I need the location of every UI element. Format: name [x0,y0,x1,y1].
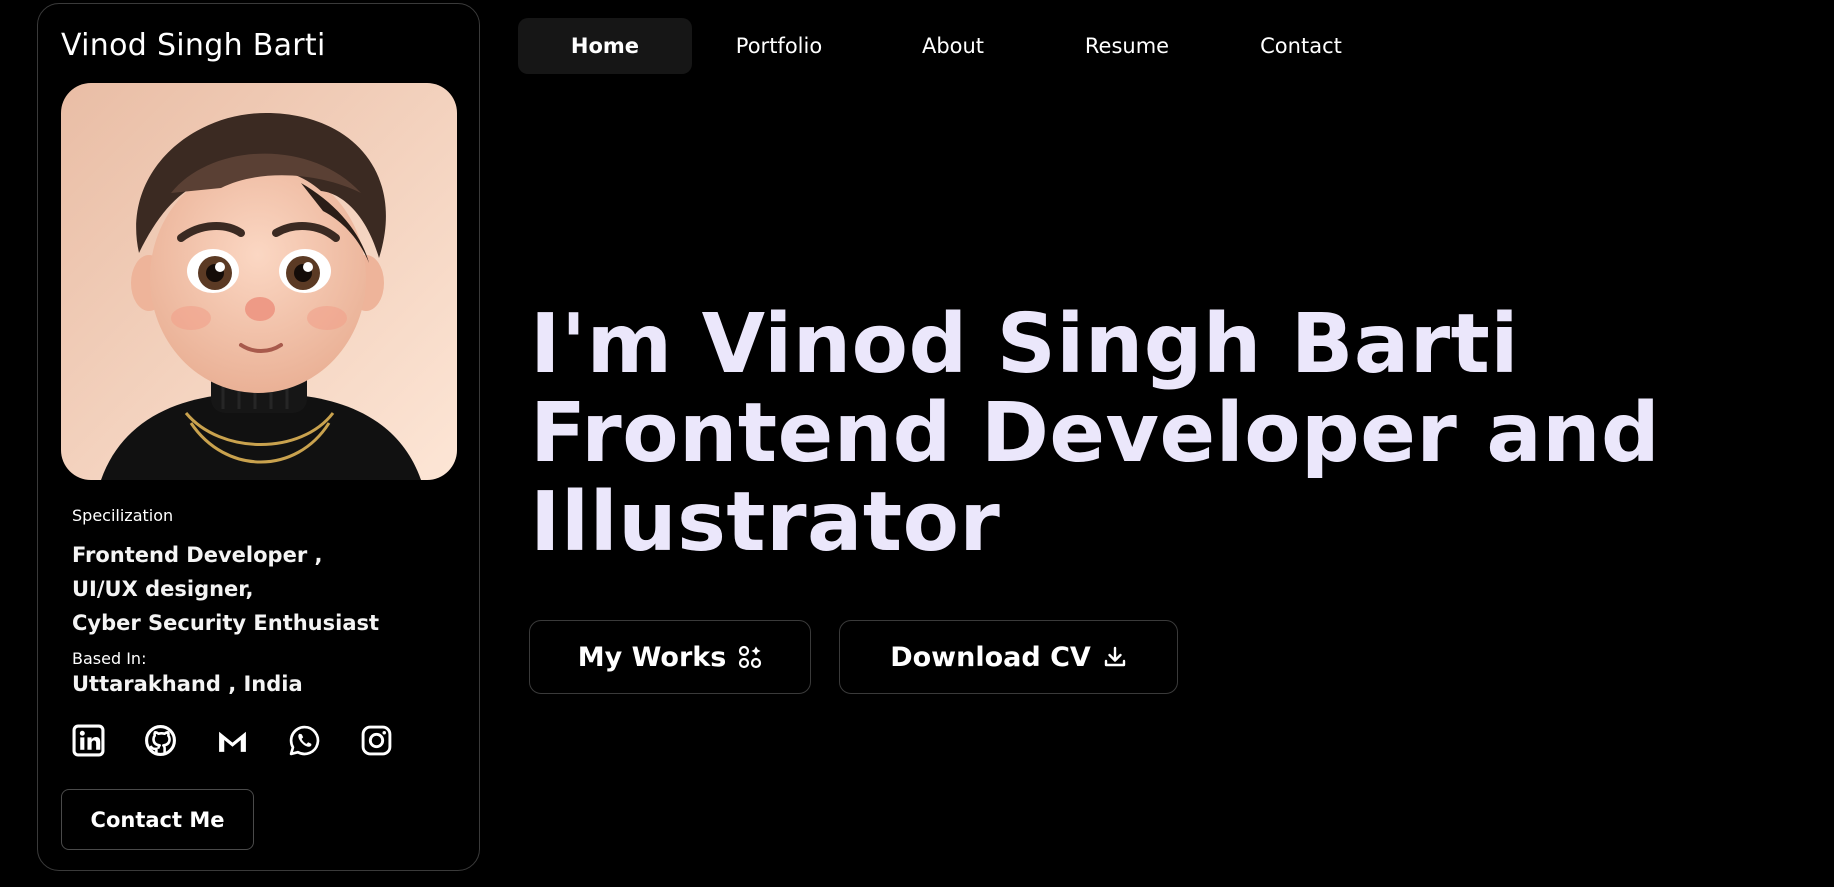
specialization-label: Specilization [72,506,174,525]
hero-heading: I'm Vinod Singh Barti Frontend Developer… [530,300,1660,567]
my-works-label: My Works [577,641,727,673]
specialization-item: Frontend Developer , [72,543,323,567]
linkedin-icon[interactable] [72,724,105,757]
whatsapp-icon[interactable] [288,724,321,757]
contact-me-button[interactable]: Contact Me [61,789,254,850]
location-text: Uttarakhand , India [72,672,303,696]
my-works-button[interactable]: My Works [529,620,811,694]
hero-line: I'm Vinod Singh Barti [530,297,1519,392]
download-cv-button[interactable]: Download CV [839,620,1178,694]
nav-resume[interactable]: Resume [1040,18,1214,74]
github-icon[interactable] [144,724,177,757]
based-in-label: Based In: [72,649,147,668]
profile-card: Vinod Singh Barti Specilization Frontend… [37,3,480,871]
specialization-item: Cyber Security Enthusiast [72,611,380,635]
specialization-item: UI/UX designer, [72,577,254,601]
nav-portfolio[interactable]: Portfolio [692,18,866,74]
profile-avatar [61,83,457,480]
social-links [72,724,393,757]
download-cv-label: Download CV [890,641,1091,673]
specialization-list: Frontend Developer , UI/UX designer, Cyb… [72,538,379,640]
nav-home[interactable]: Home [518,18,692,74]
grid-icon [738,645,762,669]
top-nav: Home Portfolio About Resume Contact [518,18,1388,74]
nav-about[interactable]: About [866,18,1040,74]
profile-name: Vinod Singh Barti [61,28,326,63]
nav-contact[interactable]: Contact [1214,18,1388,74]
hero-line: Frontend Developer and [530,386,1661,481]
hero-line: Illustrator [530,475,1001,570]
instagram-icon[interactable] [360,724,393,757]
gmail-icon[interactable] [216,724,249,757]
download-icon [1103,645,1127,669]
